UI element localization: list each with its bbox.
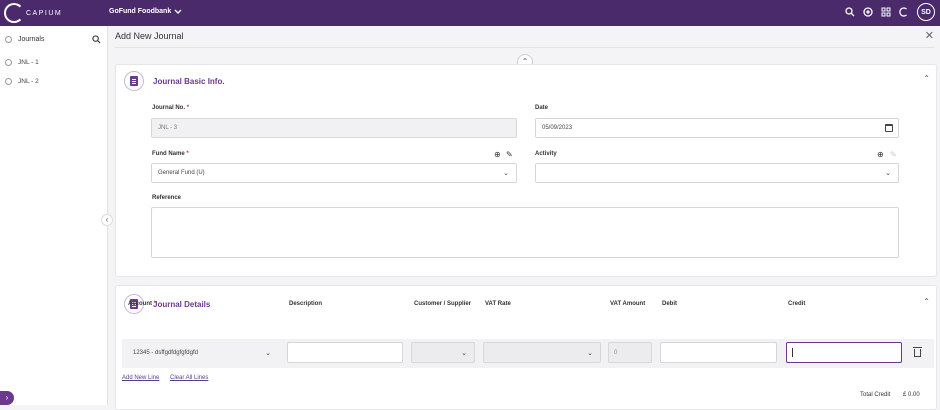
journals-sidebar: Journals JNL - 1 JNL - 2 bbox=[0, 26, 108, 405]
search-icon[interactable] bbox=[92, 35, 101, 44]
add-new-line-link[interactable]: Add New Line bbox=[122, 375, 159, 381]
activity-label: Activity bbox=[535, 151, 557, 157]
add-circle-icon[interactable]: ⊕ bbox=[494, 150, 501, 159]
sidebar-item-label: JNL - 2 bbox=[18, 78, 39, 85]
grid-icon[interactable] bbox=[881, 7, 891, 17]
reference-textarea[interactable] bbox=[151, 207, 899, 258]
radio-icon[interactable] bbox=[5, 78, 12, 85]
organization-selector[interactable]: GoFund Foodbank bbox=[109, 8, 182, 15]
debit-input[interactable] bbox=[660, 342, 777, 363]
text-caret bbox=[792, 348, 793, 357]
fund-name-label: Fund Name * bbox=[152, 151, 189, 157]
edit-icon: ✎ bbox=[890, 150, 897, 159]
column-header-customer-supplier: Customer / Supplier bbox=[414, 301, 472, 307]
journal-no-field: JNL - 3 bbox=[151, 118, 517, 138]
description-input[interactable] bbox=[287, 342, 403, 363]
date-field[interactable]: 05/09/2023 bbox=[535, 118, 899, 138]
delete-row-icon[interactable] bbox=[913, 347, 922, 357]
column-header-debit: Debit bbox=[662, 301, 677, 307]
chevron-down-icon: ⌄ bbox=[265, 350, 271, 357]
column-header-credit: Credit bbox=[788, 301, 806, 307]
date-label: Date bbox=[535, 105, 549, 111]
clear-all-lines-link[interactable]: Clear All Lines bbox=[170, 375, 208, 381]
sidebar-item-jnl-1[interactable]: JNL - 1 bbox=[5, 59, 39, 66]
total-credit-value: £ 0.00 bbox=[903, 392, 920, 398]
avatar[interactable]: SD bbox=[917, 3, 935, 21]
expand-menu-button[interactable]: › bbox=[0, 391, 14, 405]
select-all-radio[interactable] bbox=[5, 36, 12, 43]
chevron-down-icon: ⌄ bbox=[461, 350, 467, 357]
calendar-icon[interactable] bbox=[885, 124, 893, 132]
capium-logo[interactable]: CAPIUM bbox=[4, 3, 62, 23]
column-header-description: Description bbox=[289, 301, 323, 307]
credit-input[interactable] bbox=[786, 342, 902, 363]
reference-label: Reference bbox=[152, 195, 182, 201]
divider bbox=[115, 47, 934, 48]
vat-rate-select[interactable]: ⌄ bbox=[483, 342, 601, 363]
close-icon[interactable]: ✕ bbox=[925, 29, 934, 42]
customer-supplier-select[interactable]: ⌄ bbox=[411, 342, 475, 363]
column-header-vat-rate: VAT Rate bbox=[485, 301, 511, 307]
activity-select[interactable]: ⌄ bbox=[535, 163, 899, 183]
search-icon[interactable] bbox=[845, 7, 855, 17]
chevron-down-icon: ⌄ bbox=[587, 350, 593, 357]
column-header-account: Account * bbox=[128, 301, 157, 307]
logo-text: CAPIUM bbox=[26, 9, 63, 17]
theme-icon[interactable] bbox=[899, 7, 909, 17]
sidebar-header: Journals bbox=[5, 35, 101, 44]
top-bar: CAPIUM GoFund Foodbank SD bbox=[0, 0, 940, 26]
sidebar-item-label: JNL - 1 bbox=[18, 59, 39, 66]
chevron-up-icon[interactable]: ⌃ bbox=[923, 297, 930, 306]
column-header-vat-amount: VAT Amount bbox=[610, 301, 646, 307]
vat-amount-field: 0 bbox=[608, 342, 652, 363]
chevron-down-icon: ⌄ bbox=[885, 170, 891, 177]
total-credit-label: Total Credit bbox=[860, 392, 891, 398]
plus-circle-icon[interactable] bbox=[863, 7, 873, 17]
chevron-down-icon bbox=[174, 9, 182, 14]
section-title: Journal Basic Info. bbox=[153, 77, 225, 86]
chevron-down-icon: ⌄ bbox=[503, 170, 509, 177]
sidebar-item-jnl-2[interactable]: JNL - 2 bbox=[5, 78, 39, 85]
section-title: Journal Details bbox=[153, 300, 211, 309]
organization-name: GoFund Foodbank bbox=[109, 8, 172, 15]
account-select[interactable]: 12345 - dsffgdfdgfgfdgfd ⌄ bbox=[127, 342, 279, 363]
add-circle-icon[interactable]: ⊕ bbox=[877, 150, 884, 159]
radio-icon[interactable] bbox=[5, 59, 12, 66]
fund-name-select[interactable]: General Fund (U) ⌄ bbox=[151, 163, 517, 183]
edit-icon[interactable]: ✎ bbox=[506, 150, 513, 159]
sidebar-title: Journals bbox=[18, 36, 45, 43]
chevron-up-icon[interactable]: ⌃ bbox=[923, 74, 930, 83]
document-icon bbox=[124, 71, 144, 91]
page-title: Add New Journal bbox=[115, 31, 184, 41]
journal-no-label: Journal No. * bbox=[152, 105, 190, 111]
